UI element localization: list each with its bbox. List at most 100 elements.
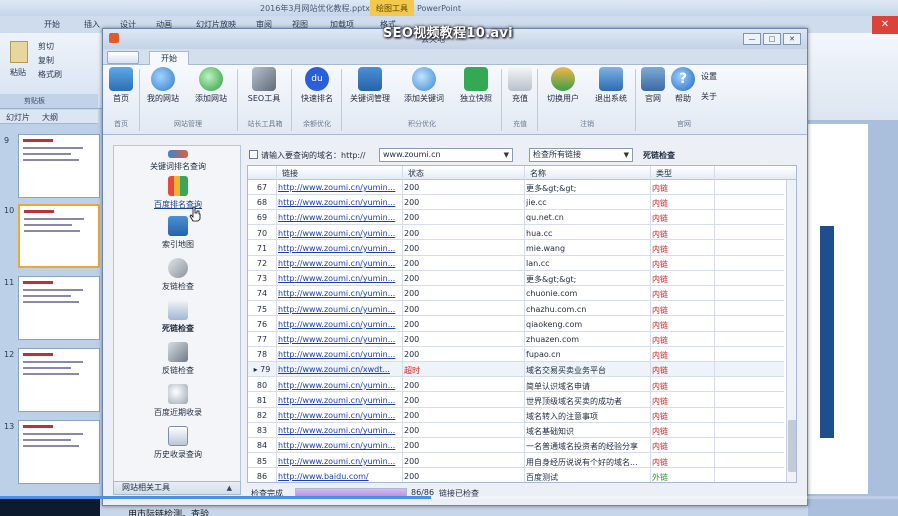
- maximize-icon[interactable]: □: [763, 33, 781, 45]
- table-row[interactable]: 82 http://www.zoumi.cn/yumin... 200 域名转入的注意…: [248, 408, 784, 423]
- row-link[interactable]: http://www.zoumi.cn/xwdt...: [278, 365, 400, 374]
- table-row[interactable]: 69 http://www.zoumi.cn/yumin... 200 qu.net.…: [248, 210, 784, 226]
- row-link[interactable]: http://www.zoumi.cn/yumin...: [278, 457, 400, 466]
- sidebar-item-history-index[interactable]: 历史收录查询: [114, 426, 242, 460]
- scrollbar-thumb[interactable]: [788, 420, 796, 472]
- sidebar-item-keyword-rank[interactable]: 关键词排名查询: [114, 150, 242, 172]
- video-progress-bar[interactable]: [0, 496, 898, 499]
- row-link[interactable]: http://www.zoumi.cn/yumin...: [278, 335, 400, 344]
- row-type: 内链: [652, 199, 668, 209]
- row-link[interactable]: http://www.zoumi.cn/yumin...: [278, 396, 400, 405]
- table-row[interactable]: 72 http://www.zoumi.cn/yumin... 200 lan.cc 内…: [248, 256, 784, 271]
- row-link[interactable]: http://www.zoumi.cn/yumin...: [278, 183, 400, 192]
- seo-tools-button[interactable]: SEO工具: [241, 67, 287, 113]
- exit-button[interactable]: 退出系统: [589, 67, 633, 113]
- slide-thumbnail[interactable]: [18, 420, 100, 484]
- domain-input[interactable]: www.zoumi.cn ▼: [379, 148, 513, 162]
- minimize-icon[interactable]: —: [743, 33, 761, 45]
- slide-thumbnail[interactable]: [18, 134, 100, 198]
- row-link[interactable]: http://www.zoumi.cn/yumin...: [278, 213, 400, 222]
- slide-thumbnail[interactable]: [18, 276, 100, 340]
- close-icon[interactable]: ✕: [783, 33, 801, 45]
- table-row[interactable]: 77 http://www.zoumi.cn/yumin... 200 zhuazen…: [248, 332, 784, 347]
- table-row[interactable]: ▸ 79 http://www.zoumi.cn/xwdt... 超时 域名交易买卖业…: [248, 362, 784, 378]
- row-link[interactable]: http://www.zoumi.cn/yumin...: [278, 320, 400, 329]
- table-row[interactable]: 86 http://www.baidu.com/200 百度测试 外链: [248, 469, 784, 482]
- paste-button[interactable]: 粘贴: [10, 67, 26, 78]
- ppt-context-tab[interactable]: 绘图工具: [370, 0, 414, 16]
- add-keyword-button[interactable]: 添加关键词: [399, 67, 449, 113]
- cut-button[interactable]: 剪切: [38, 41, 54, 52]
- table-row[interactable]: 68 http://www.zoumi.cn/yumin... 200 jie.cc 内…: [248, 195, 784, 210]
- row-link[interactable]: http://www.zoumi.cn/yumin...: [278, 305, 400, 314]
- column-header-status[interactable]: 状态: [408, 168, 424, 179]
- table-row[interactable]: 84 http://www.zoumi.cn/yumin... 200 一名普通域名投…: [248, 438, 784, 454]
- sidebar-item-sitemap[interactable]: 索引地图: [114, 216, 242, 250]
- chevron-up-icon[interactable]: ▲: [227, 482, 232, 494]
- tool-sidebar-footer[interactable]: 网站相关工具 ▲: [113, 481, 241, 495]
- paste-icon[interactable]: [10, 41, 28, 63]
- ppt-tab[interactable]: 插入: [84, 19, 100, 30]
- settings-button[interactable]: 设置: [701, 71, 717, 83]
- help-button[interactable]: ? 帮助: [669, 67, 697, 113]
- table-row[interactable]: 78 http://www.zoumi.cn/yumin... 200 fupao.c…: [248, 347, 784, 362]
- table-row[interactable]: 76 http://www.zoumi.cn/yumin... 200 qiaoken…: [248, 317, 784, 332]
- table-row[interactable]: 67 http://www.zoumi.cn/yumin... 200 更多&gt;&…: [248, 180, 784, 195]
- table-row[interactable]: 74 http://www.zoumi.cn/yumin... 200 chuonie…: [248, 286, 784, 302]
- table-row[interactable]: 83 http://www.zoumi.cn/yumin... 200 域名基础知识 内…: [248, 423, 784, 438]
- table-row[interactable]: 75 http://www.zoumi.cn/yumin... 200 chazhu.…: [248, 302, 784, 317]
- recharge-button[interactable]: 充值: [505, 67, 535, 113]
- slide-thumbnail[interactable]: [18, 348, 100, 412]
- sidebar-item-dead-links[interactable]: 死链检查: [114, 300, 242, 334]
- row-link[interactable]: http://www.zoumi.cn/yumin...: [278, 441, 400, 450]
- table-row[interactable]: 71 http://www.zoumi.cn/yumin... 200 mie.wan…: [248, 241, 784, 256]
- copy-button[interactable]: 复制: [38, 55, 54, 66]
- sidebar-item-recent-index[interactable]: 百度近期收录: [114, 384, 242, 418]
- row-link[interactable]: http://www.zoumi.cn/yumin...: [278, 289, 400, 298]
- table-row[interactable]: 85 http://www.zoumi.cn/yumin... 200 用自身经历说说…: [248, 454, 784, 469]
- add-site-button[interactable]: 添加网站: [189, 67, 233, 113]
- scope-dropdown[interactable]: 检查所有链接 ▼: [529, 148, 633, 162]
- row-link[interactable]: http://www.zoumi.cn/yumin...: [278, 198, 400, 207]
- slide-thumbnail-selected[interactable]: [18, 204, 100, 268]
- column-header-type[interactable]: 类型: [656, 168, 672, 179]
- switch-user-button[interactable]: 切换用户: [541, 67, 585, 113]
- home-button[interactable]: 首页: [105, 67, 137, 113]
- official-site-button[interactable]: 官网: [639, 67, 667, 113]
- table-row[interactable]: 73 http://www.zoumi.cn/yumin... 200 更多&gt;&…: [248, 271, 784, 286]
- fast-rank-button[interactable]: du 快速排名: [295, 67, 339, 113]
- row-link[interactable]: http://www.zoumi.cn/yumin...: [278, 381, 400, 390]
- chevron-down-icon[interactable]: ▼: [504, 149, 509, 161]
- about-button[interactable]: 关于: [701, 91, 717, 103]
- row-link[interactable]: http://www.baidu.com/: [278, 472, 400, 481]
- chevron-down-icon[interactable]: ▼: [624, 149, 629, 161]
- snapshot-button[interactable]: 独立快照: [453, 67, 499, 113]
- tab-outline[interactable]: 大纲: [42, 112, 58, 123]
- table-row[interactable]: 81 http://www.zoumi.cn/yumin... 200 世界顶级域名买…: [248, 393, 784, 408]
- row-link[interactable]: http://www.zoumi.cn/yumin...: [278, 259, 400, 268]
- tab-slides[interactable]: 幻灯片: [6, 112, 30, 123]
- slide-edit-area[interactable]: [808, 124, 868, 494]
- row-link[interactable]: http://www.zoumi.cn/yumin...: [278, 411, 400, 420]
- row-link[interactable]: http://www.zoumi.cn/yumin...: [278, 350, 400, 359]
- row-link[interactable]: http://www.zoumi.cn/yumin...: [278, 229, 400, 238]
- keyword-manage-button[interactable]: 关键词管理: [345, 67, 395, 113]
- row-link[interactable]: http://www.zoumi.cn/yumin...: [278, 244, 400, 253]
- vertical-scrollbar[interactable]: [786, 180, 796, 482]
- close-icon[interactable]: ✕: [872, 16, 898, 34]
- sidebar-item-backlinks[interactable]: 反链检查: [114, 342, 242, 376]
- my-sites-button[interactable]: 我的网站: [141, 67, 185, 113]
- app-menu-button[interactable]: [107, 51, 139, 64]
- sidebar-item-friend-links[interactable]: 友链检查: [114, 258, 242, 292]
- tab-home[interactable]: 开始: [149, 51, 189, 66]
- row-link[interactable]: http://www.zoumi.cn/yumin...: [278, 426, 400, 435]
- ppt-tab[interactable]: 开始: [44, 19, 60, 30]
- table-row[interactable]: 70 http://www.zoumi.cn/yumin... 200 hua.cc 内…: [248, 226, 784, 241]
- format-painter-button[interactable]: 格式刷: [38, 69, 62, 80]
- query-checkbox[interactable]: [249, 150, 258, 159]
- column-header-link[interactable]: 链接: [282, 168, 298, 179]
- table-row[interactable]: 80 http://www.zoumi.cn/yumin... 200 简单认识域名申…: [248, 378, 784, 393]
- row-link[interactable]: http://www.zoumi.cn/yumin...: [278, 274, 400, 283]
- column-header-name[interactable]: 名称: [530, 168, 546, 179]
- sidebar-item-baidu-rank[interactable]: 百度排名查询: [114, 176, 242, 210]
